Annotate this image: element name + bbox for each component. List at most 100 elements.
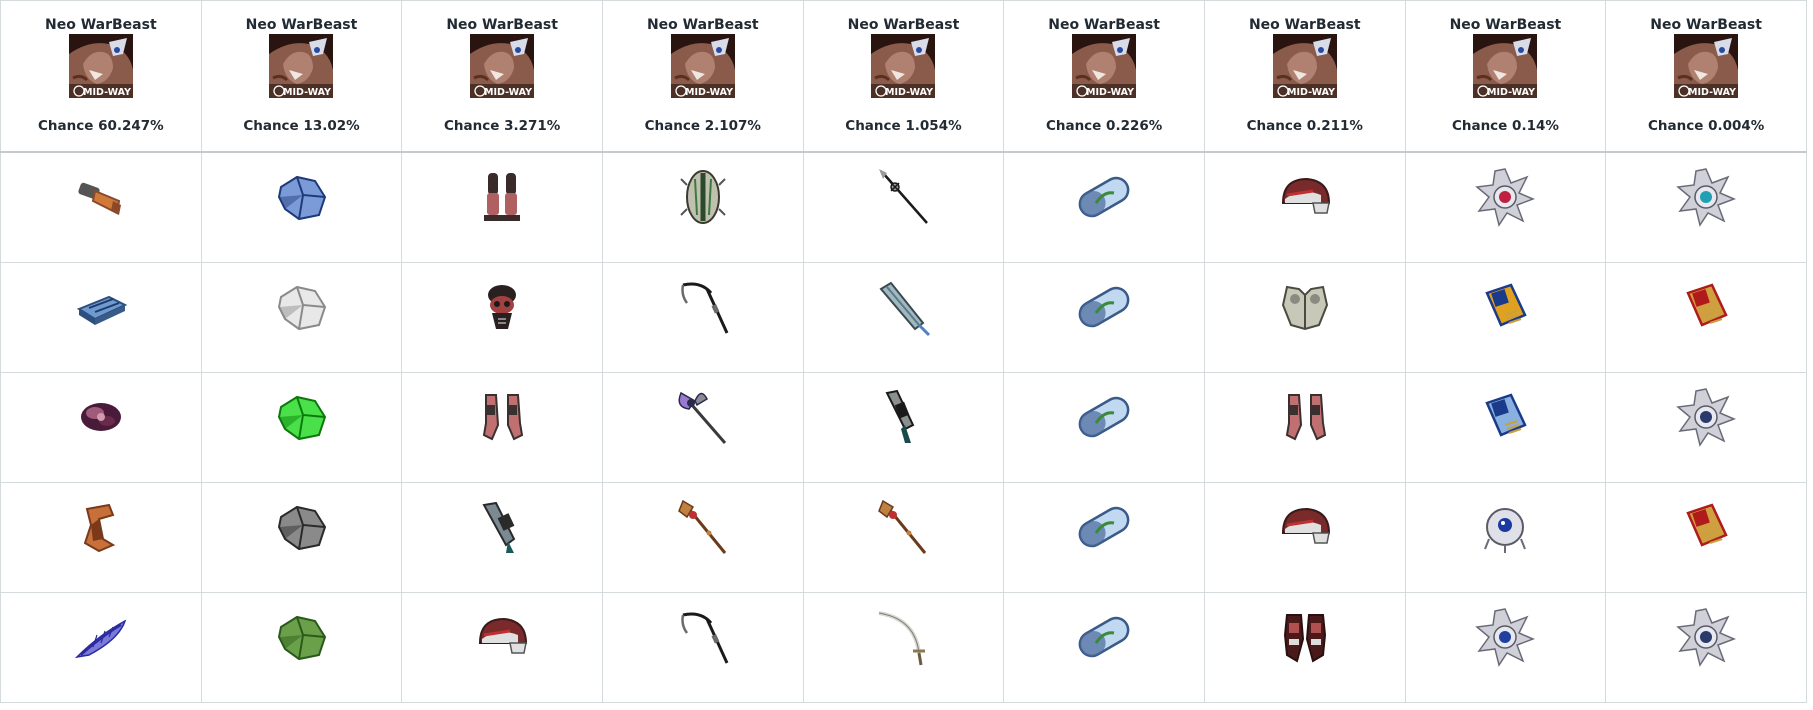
ornate-staff-icon[interactable] — [671, 495, 735, 559]
dark-flower-gem-icon[interactable] — [69, 385, 133, 449]
scythe-icon[interactable] — [671, 275, 735, 339]
silver-gem-orb-icon[interactable] — [1674, 605, 1738, 669]
ornate-staff-icon[interactable] — [871, 495, 935, 559]
drop-item-cell — [1605, 262, 1807, 373]
drop-item-cell — [0, 262, 202, 373]
drop-item-cell — [1404, 372, 1607, 483]
drop-item-cell — [1003, 262, 1205, 373]
drop-item-cell — [1605, 151, 1807, 263]
capsule-icon[interactable] — [1072, 275, 1136, 339]
curved-sabre-icon[interactable] — [871, 605, 935, 669]
warbeast-portrait-icon[interactable]: MID-WAY — [670, 34, 735, 98]
dark-green-ore-icon[interactable] — [269, 605, 333, 669]
drop-item-row — [0, 262, 1807, 373]
drop-item-cell — [200, 592, 403, 703]
warbeast-portrait-icon[interactable]: MID-WAY — [1473, 34, 1538, 98]
drop-item-cell — [601, 372, 804, 483]
warbeast-portrait-icon[interactable]: MID-WAY — [1072, 34, 1137, 98]
red-boots-icon[interactable] — [1273, 605, 1337, 669]
red-chip-card-icon[interactable] — [1674, 495, 1738, 559]
monster-name: Neo WarBeast — [1650, 17, 1762, 33]
svg-text:MID-WAY: MID-WAY — [1487, 87, 1535, 98]
drop-table: Neo WarBeast MID-WAY Chance 60.247% Neo War… — [0, 0, 1807, 703]
blue-chip-card-icon[interactable] — [1473, 385, 1537, 449]
drop-item-cell — [200, 151, 403, 263]
drop-chance-label: Chance — [845, 118, 901, 134]
cyan-gem-orb-icon[interactable] — [1674, 165, 1738, 229]
drop-item-cell — [401, 592, 603, 703]
arm-guards-icon[interactable] — [1273, 385, 1337, 449]
blue-ore-icon[interactable] — [269, 165, 333, 229]
drop-chance-value: 1.054% — [905, 118, 962, 134]
drop-chance-value: 0.14% — [1512, 118, 1559, 134]
warbeast-portrait-icon[interactable]: MID-WAY — [871, 34, 936, 98]
blue-eye-orb-icon[interactable] — [1473, 495, 1537, 559]
spear-icon[interactable] — [871, 165, 935, 229]
drop-item-cell — [802, 151, 1005, 263]
arm-guards-icon[interactable] — [470, 385, 534, 449]
monster-header-cell: Neo WarBeast MID-WAY Chance 13.02% — [200, 0, 403, 153]
red-greaves-icon[interactable] — [470, 165, 534, 229]
green-shield-icon[interactable] — [671, 165, 735, 229]
svg-text:MID-WAY: MID-WAY — [1086, 87, 1134, 98]
svg-text:MID-WAY: MID-WAY — [885, 87, 933, 98]
drop-chance: Chance 3.271% — [402, 118, 602, 134]
drop-chance: Chance 13.02% — [202, 118, 402, 134]
red-gem-orb-icon[interactable] — [1473, 165, 1537, 229]
drop-item-row — [0, 372, 1807, 483]
monster-name: Neo WarBeast — [1449, 17, 1562, 33]
blue-feather-icon[interactable] — [69, 605, 133, 669]
red-helmet-icon[interactable] — [1273, 495, 1337, 559]
blue-gem-orb-icon[interactable] — [1473, 605, 1537, 669]
drop-item-cell — [0, 151, 202, 263]
drop-item-cell — [0, 482, 202, 593]
scythe-icon[interactable] — [671, 605, 735, 669]
blaster-gun-icon[interactable] — [871, 385, 935, 449]
gold-chip-card-icon[interactable] — [1473, 275, 1537, 339]
monster-header-cell: Neo WarBeast MID-WAY Chance 3.271% — [401, 0, 603, 153]
white-ore-icon[interactable] — [269, 275, 333, 339]
warbeast-portrait-icon[interactable]: MID-WAY — [1674, 34, 1739, 98]
drop-item-cell — [200, 262, 403, 373]
capsule-icon[interactable] — [1072, 165, 1136, 229]
drop-chance-label: Chance — [1647, 118, 1704, 134]
steel-ingot-icon[interactable] — [69, 275, 133, 339]
grey-chest-armor-icon[interactable] — [1273, 275, 1337, 339]
drop-item-cell — [1203, 151, 1406, 263]
monster-header-row: Neo WarBeast MID-WAY Chance 60.247% Neo War… — [0, 0, 1807, 153]
drop-item-cell — [401, 262, 603, 373]
red-chip-card-icon[interactable] — [1674, 275, 1738, 339]
drop-item-cell — [601, 151, 804, 263]
warbeast-portrait-icon[interactable]: MID-WAY — [1272, 34, 1337, 98]
arm-cannon-icon[interactable] — [470, 495, 534, 559]
capsule-icon[interactable] — [1072, 495, 1136, 559]
great-sword-icon[interactable] — [871, 275, 935, 339]
red-helmet-icon[interactable] — [1273, 165, 1337, 229]
red-helmet-icon[interactable] — [470, 605, 534, 669]
drop-item-cell — [1203, 372, 1406, 483]
drop-item-row — [0, 482, 1807, 593]
drop-item-cell — [1203, 592, 1406, 703]
skull-armor-icon[interactable] — [470, 275, 534, 339]
battle-axe-icon[interactable] — [671, 385, 735, 449]
silver-gem-orb-icon[interactable] — [1674, 385, 1738, 449]
monster-header-cell: Neo WarBeast MID-WAY Chance 0.226% — [1003, 0, 1205, 153]
warbeast-portrait-icon[interactable]: MID-WAY — [68, 34, 133, 98]
grey-ore-icon[interactable] — [269, 495, 333, 559]
copper-scroll-icon[interactable] — [69, 495, 133, 559]
monster-header-cell: Neo WarBeast MID-WAY Chance 0.211% — [1203, 0, 1406, 153]
drop-chance: Chance 2.107% — [603, 118, 803, 134]
green-ore-icon[interactable] — [269, 385, 333, 449]
copper-gauntlet-icon[interactable] — [69, 165, 133, 229]
monster-name: Neo WarBeast — [245, 17, 358, 33]
drop-chance-value: 0.004% — [1708, 118, 1765, 134]
capsule-icon[interactable] — [1072, 605, 1136, 669]
warbeast-portrait-icon[interactable]: MID-WAY — [470, 34, 535, 98]
svg-text:MID-WAY: MID-WAY — [484, 87, 532, 98]
drop-item-cell — [401, 372, 603, 483]
drop-chance: Chance 0.211% — [1205, 118, 1405, 134]
warbeast-portrait-icon[interactable]: MID-WAY — [269, 34, 334, 98]
drop-item-row — [0, 151, 1807, 263]
capsule-icon[interactable] — [1072, 385, 1136, 449]
monster-header-cell: Neo WarBeast MID-WAY Chance 0.004% — [1605, 0, 1807, 153]
